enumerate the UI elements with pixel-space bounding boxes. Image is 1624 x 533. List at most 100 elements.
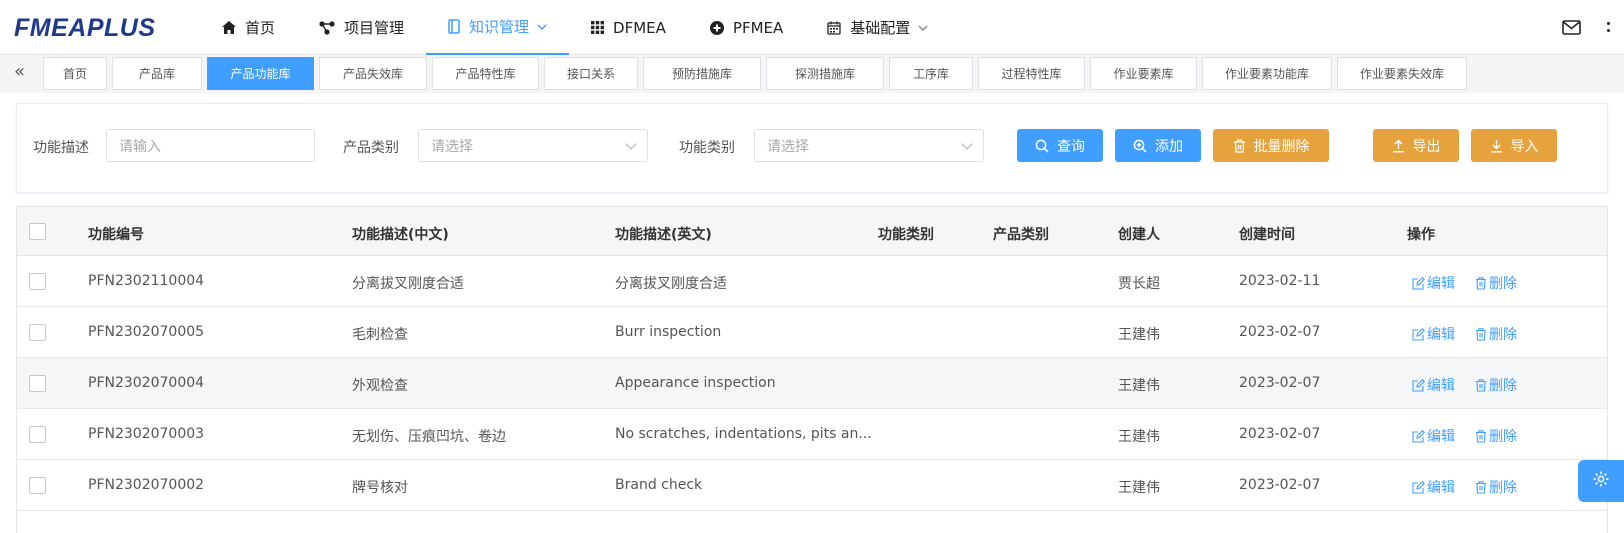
col-func-type: 功能类别	[878, 227, 934, 243]
row-checkbox[interactable]	[29, 375, 46, 392]
nav-item-label: 基础配置	[850, 19, 911, 37]
delete-link[interactable]: 删除	[1475, 273, 1517, 293]
import-button[interactable]: 导入	[1471, 129, 1557, 162]
product-type-select[interactable]: 请选择	[418, 129, 648, 162]
tab-home[interactable]: 首页	[43, 57, 107, 90]
func-type-select[interactable]: 请选择	[754, 129, 984, 162]
row-checkbox[interactable]	[29, 426, 46, 443]
tab-work-element-failure-lib[interactable]: 作业要素失效库	[1337, 57, 1467, 90]
tab-process-lib[interactable]: 工序库	[889, 57, 973, 90]
double-chevron-left-icon[interactable]: «	[14, 61, 25, 82]
nav-item-knowledge[interactable]: 知识管理	[426, 0, 570, 55]
nav-item-label: PFMEA	[732, 18, 784, 37]
select-all-checkbox[interactable]	[29, 223, 46, 240]
tab-product-function-lib[interactable]: 产品功能库	[207, 57, 314, 90]
col-created: 创建时间	[1239, 227, 1295, 243]
tab-product-characteristic-lib[interactable]: 产品特性库	[432, 57, 539, 90]
cell-desc-cn: 外观检查	[352, 378, 408, 394]
download-icon	[1490, 139, 1503, 153]
edit-link[interactable]: 编辑	[1412, 375, 1455, 395]
cell-code: PFN2302070003	[88, 426, 205, 442]
col-product-type: 产品类别	[993, 227, 1049, 243]
edit-link[interactable]: 编辑	[1412, 426, 1455, 446]
delete-label: 删除	[1489, 276, 1517, 292]
cell-desc-en: Burr inspection	[615, 324, 722, 340]
delete-label: 删除	[1489, 378, 1517, 394]
cell-desc-en: No scratches, indentations, pits an...	[615, 426, 872, 442]
chevron-down-icon	[961, 138, 973, 150]
cell-created: 2023-02-11	[1239, 273, 1321, 289]
cell-creator: 王建伟	[1118, 480, 1160, 496]
edit-link[interactable]: 编辑	[1412, 273, 1455, 293]
cell-created: 2023-02-07	[1239, 477, 1321, 493]
trash-icon	[1476, 378, 1486, 392]
top-bar: FMEAPLUS 首页 项目管理 知识管理 DFMEA PFMEA 基础配置	[0, 0, 1624, 55]
nav-item-home[interactable]: 首页	[200, 0, 297, 55]
cell-desc-en: 分离拔叉刚度合适	[615, 276, 727, 292]
edit-icon	[1412, 429, 1425, 443]
edit-label: 编辑	[1427, 276, 1455, 292]
trash-icon	[1476, 429, 1486, 443]
book-icon	[448, 19, 460, 34]
edit-link[interactable]: 编辑	[1412, 324, 1455, 344]
settings-floating-button[interactable]	[1578, 460, 1624, 502]
nav-item-dfmea[interactable]: DFMEA	[569, 0, 688, 55]
trash-icon	[1476, 327, 1486, 341]
tab-product-lib[interactable]: 产品库	[112, 57, 202, 90]
delete-link[interactable]: 删除	[1475, 324, 1517, 344]
cell-created: 2023-02-07	[1239, 375, 1321, 391]
tab-interface-relation[interactable]: 接口关系	[544, 57, 638, 90]
desc-input[interactable]: 请输入	[106, 129, 315, 162]
nav-item-config[interactable]: 基础配置	[805, 0, 950, 55]
delete-link[interactable]: 删除	[1475, 477, 1517, 497]
product-type-label: 产品类别	[343, 140, 399, 156]
tab-process-characteristic-lib[interactable]: 过程特性库	[978, 57, 1085, 90]
edit-icon	[1412, 276, 1425, 290]
query-button-label: 查询	[1057, 138, 1085, 155]
nav-item-pfmea[interactable]: PFMEA	[688, 0, 805, 55]
desc-label: 功能描述	[33, 140, 89, 156]
nav-item-label: 项目管理	[344, 19, 405, 37]
col-desc-cn: 功能描述(中文)	[352, 227, 449, 243]
cell-code: PFN2302070002	[88, 477, 205, 493]
upload-icon	[1392, 139, 1405, 153]
gear-icon	[1592, 470, 1610, 492]
col-code: 功能编号	[88, 227, 144, 243]
home-icon	[222, 21, 236, 34]
delete-link[interactable]: 删除	[1475, 426, 1517, 446]
mail-icon[interactable]	[1560, 16, 1582, 38]
cell-code: PFN2302070004	[88, 375, 205, 391]
tab-work-element-lib[interactable]: 作业要素库	[1090, 57, 1197, 90]
tab-detection-lib[interactable]: 探测措施库	[766, 57, 884, 90]
delete-link[interactable]: 删除	[1475, 375, 1517, 395]
function-table: 功能编号 功能描述(中文) 功能描述(英文) 功能类别 产品类别 创建人 创建时…	[16, 206, 1608, 533]
tab-prevention-lib[interactable]: 预防措施库	[643, 57, 761, 90]
more-menu-icon[interactable]	[1602, 16, 1614, 38]
col-ops: 操作	[1407, 227, 1435, 243]
row-checkbox[interactable]	[29, 477, 46, 494]
tab-work-element-function-lib[interactable]: 作业要素功能库	[1202, 57, 1332, 90]
delete-label: 删除	[1489, 429, 1517, 445]
cell-code: PFN2302070005	[88, 324, 205, 340]
cell-desc-cn: 无划伤、压痕凹坑、卷边	[352, 429, 506, 445]
edit-link[interactable]: 编辑	[1412, 477, 1455, 497]
table-header: 功能编号 功能描述(中文) 功能描述(英文) 功能类别 产品类别 创建人 创建时…	[17, 207, 1607, 256]
batch-delete-button-label: 批量删除	[1253, 138, 1310, 155]
row-checkbox[interactable]	[29, 324, 46, 341]
import-button-label: 导入	[1510, 138, 1539, 155]
batch-delete-button[interactable]: 批量删除	[1213, 129, 1329, 162]
tab-product-failure-lib[interactable]: 产品失效库	[319, 57, 427, 90]
cell-creator: 王建伟	[1118, 429, 1160, 445]
table-row: PFN2302070005 毛刺检查 Burr inspection 王建伟 2…	[17, 307, 1607, 358]
nav-item-label: 知识管理	[469, 18, 530, 36]
app-logo[interactable]: FMEAPLUS	[14, 14, 156, 43]
search-icon	[1035, 139, 1049, 153]
func-type-label: 功能类别	[679, 140, 735, 156]
export-button[interactable]: 导出	[1373, 129, 1459, 162]
add-button[interactable]: 添加	[1115, 129, 1201, 162]
query-button[interactable]: 查询	[1017, 129, 1103, 162]
edit-icon	[1412, 480, 1425, 494]
row-checkbox[interactable]	[29, 273, 46, 290]
edit-icon	[1412, 378, 1425, 392]
nav-item-project[interactable]: 项目管理	[297, 0, 426, 55]
